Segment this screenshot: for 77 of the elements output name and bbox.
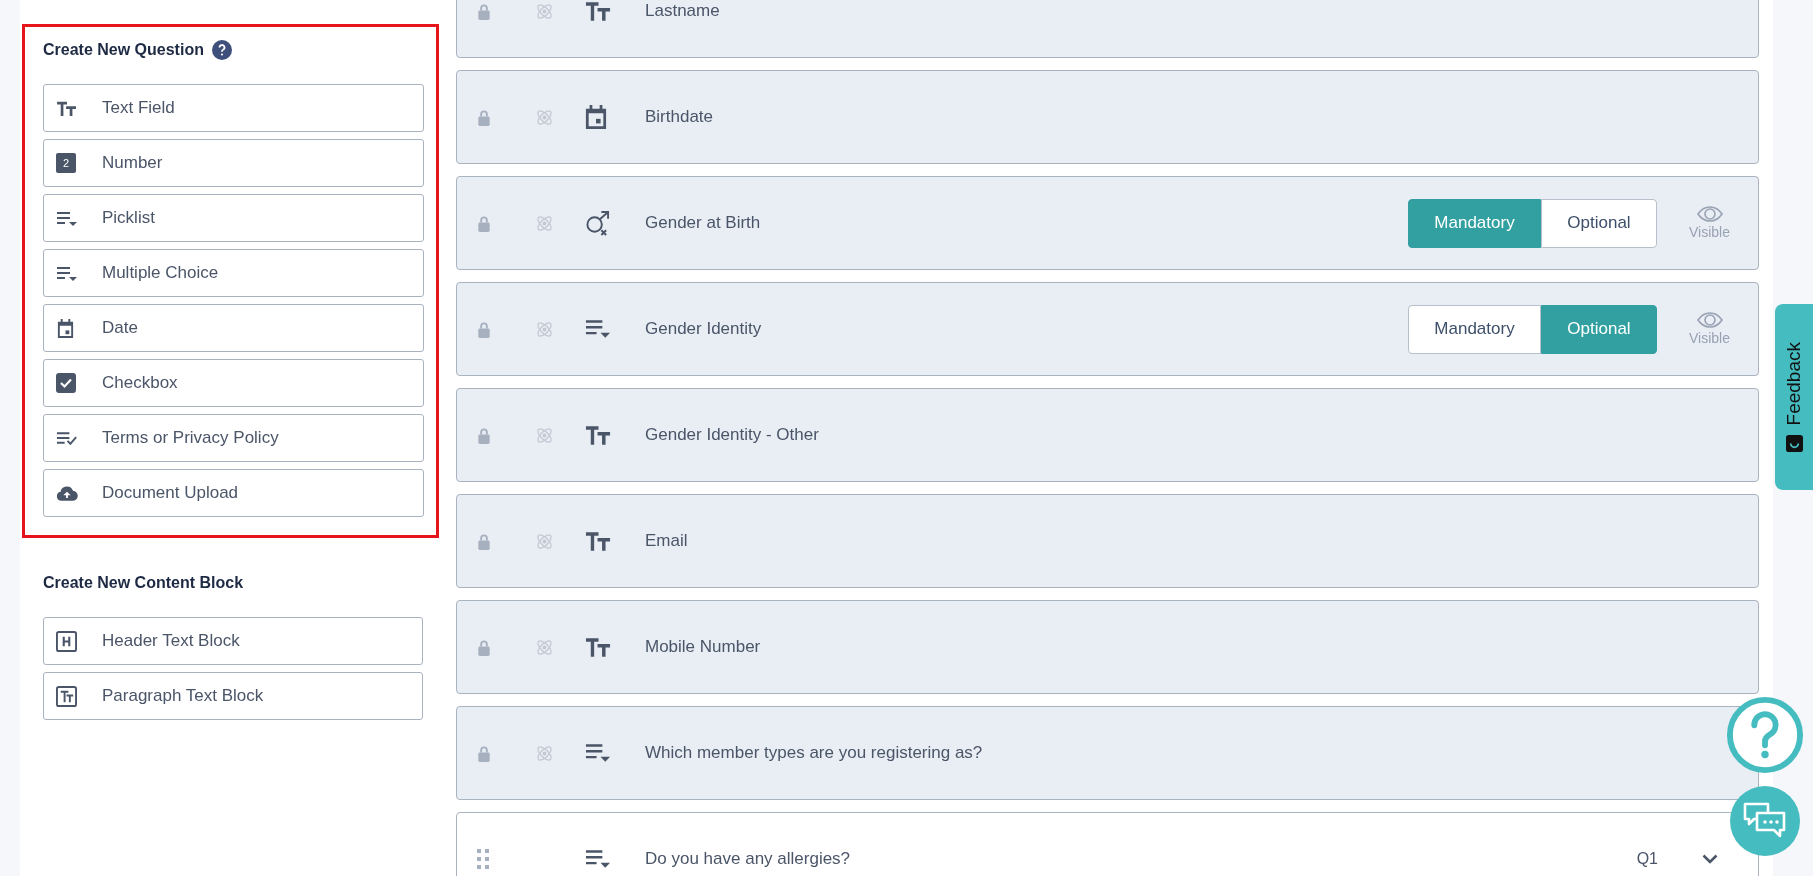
number-icon: 2 [56,153,76,173]
text-type-icon [585,0,612,22]
content-block-button[interactable]: Paragraph Text Block [43,672,423,720]
text-type-icon [585,424,612,446]
question-row[interactable]: Gender at Birth Mandatory Optional Visible [456,176,1759,270]
help-icon[interactable] [211,40,232,60]
question-type-button[interactable]: Text Field [43,84,424,132]
panel-title: Create New Content Block [43,574,244,592]
question-type-button[interactable]: Date [43,304,424,352]
atom-icon [535,107,554,127]
question-label: Mobile Number [645,637,761,657]
lock-icon [477,214,491,232]
question-type-button[interactable]: Terms or Privacy Policy [43,414,424,462]
question-row[interactable]: Which member types are you registering as? [456,706,1759,800]
question-type-button[interactable]: Document Upload [43,469,424,517]
lock-icon [477,426,491,444]
question-type-button[interactable]: Picklist [43,194,424,242]
cloud-upload-icon [56,484,78,502]
lock-icon [477,2,491,20]
feedback-tab[interactable]: Feedback [1775,304,1813,490]
lock-icon [477,320,491,338]
question-row[interactable]: Gender Identity Mandatory Optional Visible [456,282,1759,376]
requirement-toggle[interactable]: Optional [1541,198,1657,248]
calendar-icon [56,317,75,339]
question-label: Do you have any allergies? [645,849,851,869]
content-block-button[interactable]: Header Text Block [43,617,423,665]
atom-icon [535,213,554,233]
text-type-icon [585,636,612,658]
chat-button[interactable] [1730,786,1800,856]
question-type-button[interactable]: Multiple Choice [43,249,424,297]
lock-icon [477,532,491,550]
question-label: Birthdate [645,107,714,127]
question-row[interactable]: Email [456,494,1759,588]
question-label: Gender Identity - Other [645,425,819,445]
gender-icon [585,210,610,236]
list-check-icon [56,429,79,447]
calendar-icon [585,104,607,130]
lock-icon [477,638,491,656]
atom-icon [535,1,554,21]
text-type-icon [56,99,78,117]
question-label: Gender at Birth [645,213,761,233]
atom-icon [535,743,554,763]
question-type-button[interactable]: 2 Number [43,139,424,187]
question-row[interactable]: Mobile Number [456,600,1759,694]
question-label: Which member types are you registering as? [645,743,983,763]
eye-icon [1696,312,1723,328]
lock-icon [477,744,491,762]
chevron-down-icon[interactable] [1702,854,1718,864]
question-label: Gender Identity [645,319,762,339]
drag-handle-icon[interactable] [477,849,489,869]
requirement-toggle[interactable]: Mandatory [1408,304,1541,354]
lock-icon [477,108,491,126]
eye-icon [1696,206,1723,222]
atom-icon [535,319,554,339]
list-dropdown-icon [585,742,612,764]
question-row[interactable]: Birthdate [456,70,1759,164]
question-label: Lastname [645,1,720,21]
help-button[interactable] [1726,696,1804,774]
panel-title: Create New Question [43,41,204,59]
question-type-button[interactable]: Checkbox [43,359,424,407]
question-label: Email [645,531,688,551]
text-type-icon [585,530,612,552]
question-row[interactable]: Lastname [456,0,1759,58]
checkbox-icon [56,373,76,393]
question-number: Q1 [1636,850,1658,868]
list-dropdown-icon [56,264,78,282]
list-dropdown-icon [585,318,612,340]
list-dropdown-icon [585,848,612,870]
header-block-icon [56,630,77,652]
smiley-icon [1785,435,1803,453]
question-row[interactable]: Do you have any allergies? Q1 [456,812,1759,876]
paragraph-block-icon [56,685,77,707]
list-dropdown-icon [56,209,78,227]
question-row[interactable]: Gender Identity - Other [456,388,1759,482]
atom-icon [535,531,554,551]
atom-icon [535,637,554,657]
atom-icon [535,425,554,445]
